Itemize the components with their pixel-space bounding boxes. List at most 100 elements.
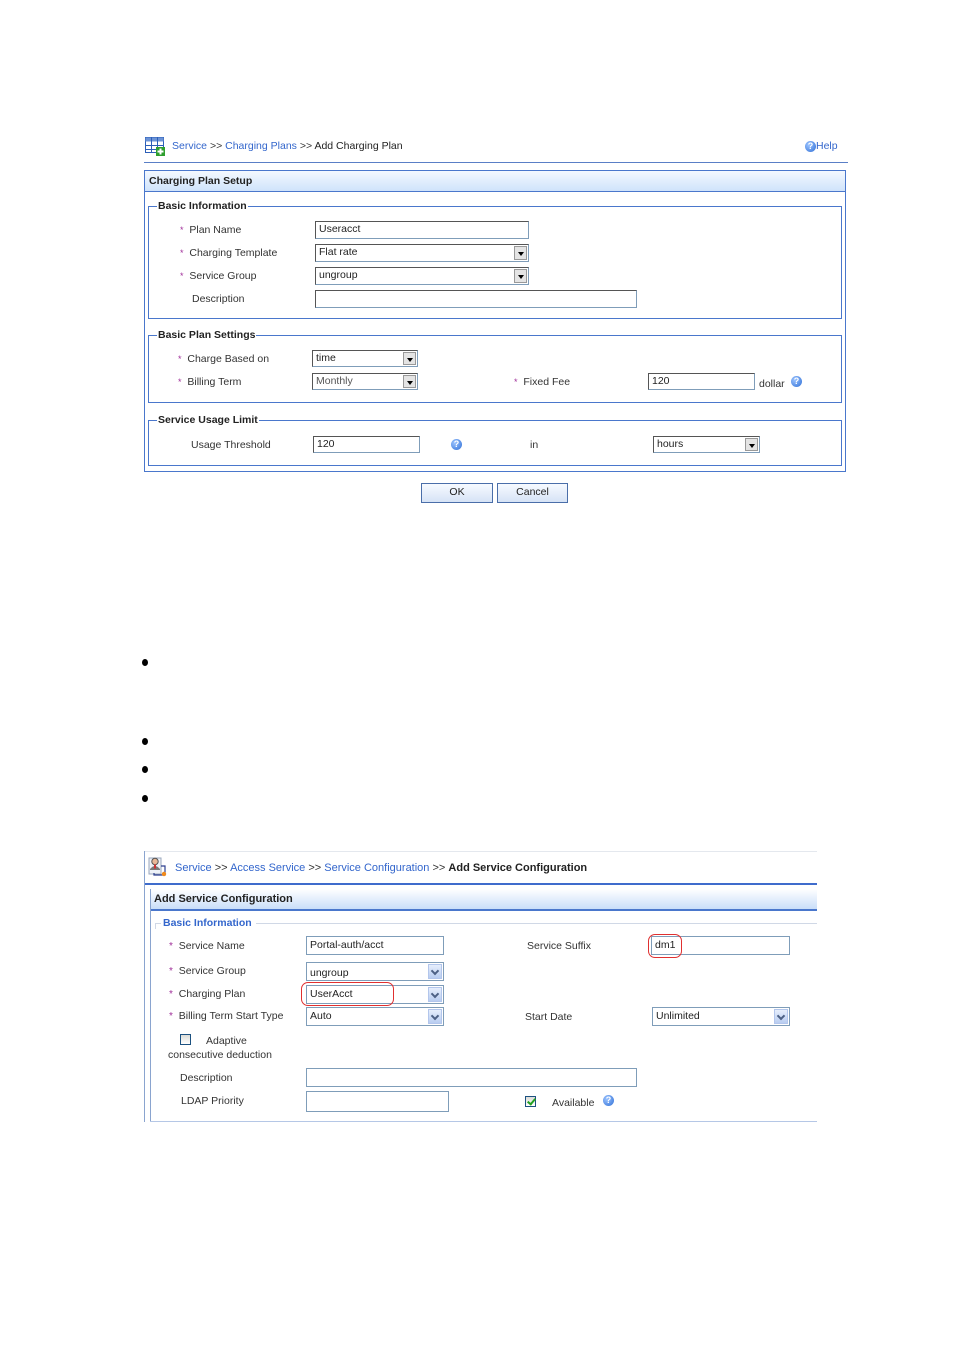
breadcrumb-separator: >> — [209, 140, 223, 152]
usage-threshold-input[interactable]: 120 — [313, 436, 420, 453]
available-help-icon[interactable]: ? — [603, 1095, 614, 1106]
chevron-down-icon[interactable] — [428, 987, 442, 1002]
breadcrumb-link-charging-plans[interactable]: Charging Plans — [225, 140, 297, 152]
panel-title: Charging Plan Setup — [149, 175, 253, 187]
breadcrumb-separator: >> — [308, 862, 322, 874]
basic-plan-settings-legend: Basic Plan Settings — [158, 329, 256, 341]
usage-unit-select[interactable]: hours — [653, 436, 760, 453]
available-checkbox[interactable] — [525, 1096, 536, 1107]
bullet-marker — [142, 738, 148, 745]
help-label: Help — [816, 140, 838, 152]
help-icon: ? — [805, 140, 816, 152]
breadcrumb-separator: >> — [214, 862, 228, 874]
ldap-priority-label: LDAP Priority — [181, 1095, 244, 1107]
dropdown-arrow-icon[interactable] — [514, 246, 527, 260]
usage-threshold-help-icon[interactable]: ? — [451, 439, 462, 450]
panel-title-bar: Charging Plan Setup — [144, 170, 846, 192]
adaptive-deduction-checkbox[interactable] — [180, 1034, 191, 1045]
charging-plan-table-icon — [145, 137, 165, 156]
figure-left-border — [144, 851, 145, 1122]
required-star: * — [169, 1011, 173, 1022]
dropdown-arrow-icon[interactable] — [514, 269, 527, 283]
breadcrumb: Service >> Charging Plans >> Add Chargin… — [172, 140, 403, 152]
charging-plan-figure: Service >> Charging Plans >> Add Chargin… — [0, 0, 954, 520]
start-date-select[interactable]: Unlimited — [652, 1007, 790, 1026]
billing-term-start-type-select[interactable]: Auto — [306, 1007, 444, 1026]
start-date-value: Unlimited — [656, 1010, 700, 1022]
help-link[interactable]: ? Help — [805, 140, 838, 152]
description-input[interactable] — [306, 1068, 637, 1087]
fixed-fee-help-icon[interactable]: ? — [791, 376, 802, 387]
description-input[interactable] — [315, 290, 637, 308]
cancel-button[interactable]: Cancel — [497, 483, 568, 503]
basic-information-legend: Basic Information — [158, 200, 247, 212]
required-star: * — [169, 989, 173, 1000]
plan-name-label: * Plan Name — [180, 224, 242, 236]
usage-threshold-label: Usage Threshold — [191, 439, 271, 451]
start-date-label: Start Date — [525, 1011, 573, 1023]
available-label: Available — [552, 1097, 595, 1109]
service-group-value: ungroup — [319, 269, 358, 281]
service-user-icon — [148, 857, 167, 877]
service-group-select[interactable]: ungroup — [306, 962, 444, 981]
dropdown-arrow-icon[interactable] — [403, 352, 416, 365]
adaptive-deduction-label-line1: Adaptive — [206, 1035, 247, 1047]
panel-title-bar: Add Service Configuration — [150, 889, 817, 911]
panel-left-border — [150, 889, 151, 1122]
breadcrumb: Service >> Access Service >> Service Con… — [175, 862, 587, 874]
billing-term-label: * Billing Term — [178, 376, 242, 388]
breadcrumb-separator: >> — [299, 140, 313, 152]
breadcrumb-current: Add Service Configuration — [448, 862, 588, 874]
panel-bottom-border — [150, 1121, 817, 1122]
breadcrumb-link-service-configuration[interactable]: Service Configuration — [324, 862, 429, 874]
charging-plan-highlight — [301, 982, 394, 1006]
required-star: * — [180, 271, 184, 281]
service-config-figure: Service >> Access Service >> Service Con… — [0, 840, 954, 1140]
dropdown-arrow-icon[interactable] — [745, 438, 758, 451]
breadcrumb-separator: >> — [432, 862, 446, 874]
billing-term-start-type-value: Auto — [310, 1010, 332, 1022]
service-suffix-label: Service Suffix — [527, 940, 591, 952]
header-divider — [145, 883, 817, 885]
required-star: * — [178, 377, 182, 387]
billing-term-select[interactable]: Monthly — [312, 373, 418, 390]
breadcrumb-current: Add Charging Plan — [314, 140, 403, 152]
chevron-down-icon[interactable] — [428, 1009, 442, 1024]
usage-unit-value: hours — [657, 438, 684, 450]
plan-name-input[interactable]: Useracct — [315, 221, 529, 239]
charging-template-select[interactable]: Flat rate — [315, 244, 529, 262]
service-suffix-highlight — [648, 934, 682, 958]
chevron-down-icon[interactable] — [774, 1009, 788, 1024]
service-name-label: * Service Name — [169, 940, 245, 952]
charging-plan-label: * Charging Plan — [169, 988, 246, 1000]
chevron-down-icon[interactable] — [428, 964, 442, 979]
dropdown-arrow-icon[interactable] — [403, 375, 416, 388]
ldap-priority-input[interactable] — [306, 1091, 449, 1112]
breadcrumb-link-service[interactable]: Service — [172, 140, 207, 152]
service-group-label: * Service Group — [180, 270, 257, 282]
ok-button[interactable]: OK — [421, 483, 493, 503]
required-star: * — [180, 225, 184, 235]
in-label: in — [530, 439, 539, 451]
bullet-marker — [142, 795, 148, 802]
charge-based-on-value: time — [316, 352, 336, 364]
breadcrumb-link-access-service[interactable]: Access Service — [230, 862, 305, 874]
service-group-label: * Service Group — [169, 965, 246, 977]
fixed-fee-label: * Fixed Fee — [514, 376, 571, 388]
charging-template-value: Flat rate — [319, 246, 358, 258]
adaptive-deduction-label-line2: consecutive deduction — [168, 1049, 272, 1061]
header-divider — [144, 162, 848, 163]
charging-template-label: * Charging Template — [180, 247, 278, 259]
fixed-fee-input[interactable]: 120 — [648, 373, 755, 390]
breadcrumb-link-service[interactable]: Service — [175, 862, 212, 874]
bullet-marker — [142, 659, 148, 666]
section-divider-left — [155, 923, 156, 929]
charge-based-on-label: * Charge Based on — [178, 353, 270, 365]
charge-based-on-select[interactable]: time — [312, 350, 418, 367]
service-name-input[interactable]: Portal-auth/acct — [306, 936, 444, 955]
service-group-select[interactable]: ungroup — [315, 267, 529, 285]
billing-term-start-type-label: * Billing Term Start Type — [169, 1010, 284, 1022]
bullet-marker — [142, 766, 148, 773]
basic-plan-settings-group: Basic Plan Settings — [148, 329, 842, 403]
service-group-value: ungroup — [310, 967, 349, 979]
